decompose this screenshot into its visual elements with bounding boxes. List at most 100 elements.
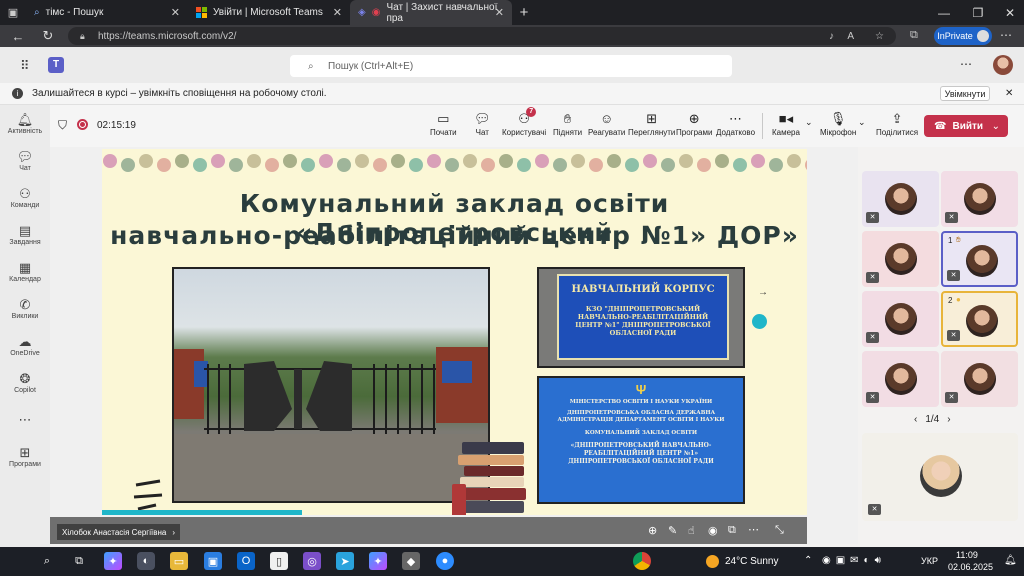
- toolbar-raise-hand-button[interactable]: ✋︎ Підняти: [553, 111, 582, 137]
- toolbar-camera-button[interactable]: ■◂ Камера: [772, 111, 800, 137]
- windows-start-icon[interactable]: [9, 554, 24, 569]
- rail-item-copilot[interactable]: ❂ Copilot: [0, 364, 50, 401]
- bell-icon[interactable]: 🔔︎: [1004, 555, 1017, 566]
- more-icon[interactable]: ⋯: [960, 57, 972, 71]
- more-icon[interactable]: ⋯: [1000, 28, 1012, 42]
- rail-item-calls[interactable]: ✆ Виклики: [0, 290, 50, 327]
- more-icon[interactable]: ⋯: [748, 523, 759, 536]
- participant-tile[interactable]: ✕: [862, 231, 939, 287]
- toolbar-start-button[interactable]: ▭ Почати: [430, 111, 457, 137]
- document-icon[interactable]: ▯: [270, 552, 288, 570]
- annotate-icon[interactable]: ✎: [668, 524, 677, 537]
- rail-item-chat[interactable]: 💬︎ Чат: [0, 142, 50, 179]
- back-button[interactable]: ←: [6, 25, 30, 47]
- chevron-right-icon[interactable]: ›: [947, 414, 950, 425]
- telegram-icon[interactable]: ➤: [336, 552, 354, 570]
- app-launcher-icon[interactable]: ⠿: [20, 58, 30, 74]
- zoom-in-icon[interactable]: ⊕: [648, 524, 657, 537]
- avatar: [976, 30, 989, 42]
- enable-notifications-button[interactable]: Увімкнути: [940, 86, 990, 101]
- chevron-right-icon[interactable]: ›: [172, 528, 175, 537]
- edge-icon[interactable]: ◐: [137, 552, 155, 570]
- app-icon[interactable]: ◆: [402, 552, 420, 570]
- participant-tile[interactable]: ✕: [862, 351, 939, 407]
- close-window-button[interactable]: ✕: [990, 0, 1024, 25]
- weather-text[interactable]: 24°C Sunny: [725, 556, 778, 567]
- rail-item-assignments[interactable]: ▤ Завдання: [0, 216, 50, 253]
- toolbar-more-button[interactable]: ⋯ Додатково: [716, 111, 755, 137]
- participant-tile[interactable]: ✕: [862, 291, 939, 347]
- shield-icon[interactable]: ⛉: [58, 118, 67, 133]
- collections-icon[interactable]: ⧉: [910, 29, 918, 42]
- tab-actions-icon[interactable]: ▣: [0, 0, 26, 25]
- file-explorer-icon[interactable]: ▭: [170, 552, 188, 570]
- participant-tile[interactable]: ✕: [862, 171, 939, 227]
- decorative-dot: [373, 158, 387, 172]
- chrome-icon[interactable]: [633, 552, 651, 570]
- viber-icon[interactable]: ◎: [303, 552, 321, 570]
- clock-date[interactable]: 02.06.2025: [948, 562, 993, 572]
- rail-item-calendar[interactable]: ▦ Календар: [0, 253, 50, 290]
- toolbar-people-button[interactable]: ⚇ 7 Користувачі: [502, 107, 546, 137]
- toolbar-react-button[interactable]: ☺ Реагувати: [588, 111, 625, 137]
- copilot-app-icon[interactable]: ✦: [369, 552, 387, 570]
- chat-icon: 💬︎: [16, 148, 34, 164]
- chevron-down-icon[interactable]: ⌄: [858, 117, 866, 128]
- rail-item-teams[interactable]: ⚇ Команди: [0, 179, 50, 216]
- mic-off-icon: ✕: [866, 212, 879, 223]
- new-tab-button[interactable]: +: [512, 0, 536, 25]
- participant-tile[interactable]: ✕: [941, 171, 1018, 227]
- close-icon[interactable]: ✕: [1005, 88, 1013, 99]
- toolbar-chat-button[interactable]: 💬︎ Чат: [474, 111, 491, 137]
- decorative-dot: [265, 158, 279, 172]
- close-icon[interactable]: ✕: [495, 6, 504, 19]
- rail-item-onedrive[interactable]: ☁ OneDrive: [0, 327, 50, 364]
- toolbar-view-button[interactable]: ⊞ Переглянути: [628, 111, 675, 137]
- pointer-icon[interactable]: ☝︎: [688, 524, 695, 537]
- rail-item-activity[interactable]: 🔔︎ Активність: [0, 105, 50, 142]
- leave-button[interactable]: ☎︎ Вийти ⌄: [924, 115, 1008, 137]
- read-aloud-icon[interactable]: A: [847, 31, 854, 42]
- chevron-down-icon[interactable]: ⌄: [992, 121, 1000, 132]
- inprivate-badge[interactable]: InPrivate: [934, 27, 992, 45]
- task-view-icon[interactable]: ⧉: [70, 552, 88, 570]
- tray-icons[interactable]: ◉▣✉◐🔊︎: [822, 555, 886, 566]
- browser-tab-search[interactable]: ⌕ тімс - Пошук ✕: [26, 0, 188, 25]
- participant-tile[interactable]: ✕: [941, 351, 1018, 407]
- copilot-icon[interactable]: ✦: [104, 552, 122, 570]
- chevron-up-icon[interactable]: ⌃: [804, 555, 812, 566]
- participant-tile[interactable]: 2 ● ✕: [941, 291, 1018, 347]
- refresh-button[interactable]: ↻: [36, 25, 60, 47]
- browser-tab-chat[interactable]: ◈ ◉ Чат | Захист навчальної пра ✕: [350, 0, 512, 25]
- close-icon[interactable]: ✕: [333, 6, 342, 19]
- url-field[interactable]: 🔒︎ https://teams.microsoft.com/v2/ ♪ A ☆: [68, 27, 896, 45]
- browser-tab-teams-login[interactable]: Увійти | Microsoft Teams ✕: [188, 0, 350, 25]
- toolbar-mic-button[interactable]: 🎙︎ Мікрофон: [820, 111, 856, 137]
- rail-item-label: Команди: [10, 201, 40, 209]
- chevron-left-icon[interactable]: ‹: [914, 414, 917, 425]
- broadcast-icon[interactable]: ◉: [708, 524, 718, 537]
- self-view-tile[interactable]: ✕: [862, 433, 1018, 521]
- mic-off-icon: ✕: [866, 392, 879, 403]
- mic-icon[interactable]: ♪: [829, 31, 834, 42]
- avatar[interactable]: [993, 55, 1013, 75]
- search-placeholder: Пошук (Ctrl+Alt+E): [328, 60, 414, 72]
- rail-item-more[interactable]: ⋯: [0, 401, 50, 438]
- collapse-icon[interactable]: ⤡: [775, 524, 784, 537]
- toolbar-share-button[interactable]: ⇪ Поділитися: [876, 111, 918, 137]
- rail-item-apps[interactable]: ⊞ Програми: [0, 438, 50, 475]
- favorite-star-icon[interactable]: ☆: [875, 31, 884, 42]
- store-icon[interactable]: ▣: [204, 552, 222, 570]
- pop-out-icon[interactable]: ⧉: [728, 524, 736, 537]
- search-icon[interactable]: ⌕: [38, 552, 56, 570]
- zoom-app-icon[interactable]: ●: [436, 552, 454, 570]
- outlook-icon[interactable]: O: [237, 552, 255, 570]
- plaque-line4: «ДНІПРОПЕТРОВСЬКИЙ НАВЧАЛЬНО-РЕАБІЛІТАЦІ…: [568, 442, 714, 465]
- search-input[interactable]: ⌕ Пошук (Ctrl+Alt+E): [290, 55, 732, 77]
- clock-time[interactable]: 11:09: [956, 550, 978, 560]
- close-icon[interactable]: ✕: [171, 6, 180, 19]
- chevron-down-icon[interactable]: ⌄: [805, 117, 813, 128]
- toolbar-apps-button[interactable]: ⊕ Програми: [676, 111, 712, 137]
- language-indicator[interactable]: УКР: [921, 556, 938, 566]
- participant-tile[interactable]: 1 ✋︎ ✕: [941, 231, 1018, 287]
